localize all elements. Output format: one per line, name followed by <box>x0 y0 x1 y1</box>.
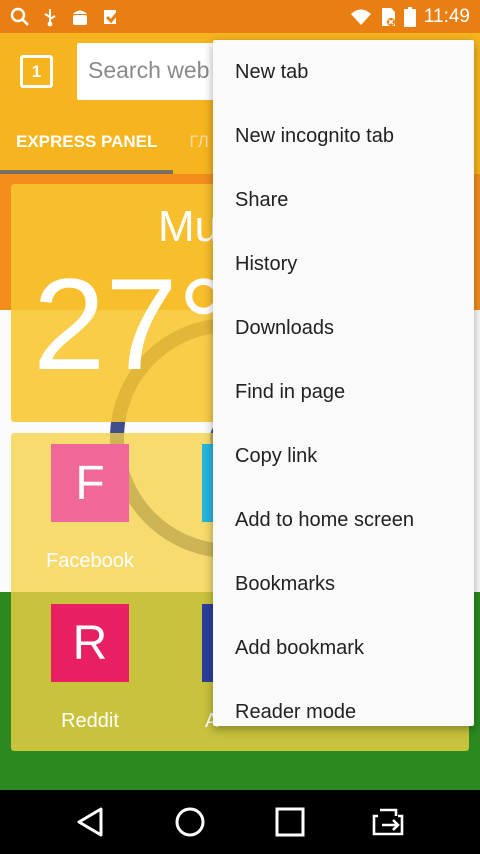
battery-icon <box>403 6 416 27</box>
android-icon <box>73 10 87 25</box>
status-bar: 11:49 <box>0 0 480 33</box>
system-nav-bar <box>0 790 480 854</box>
wifi-icon <box>350 9 371 25</box>
menu-item-copy-link[interactable]: Copy link <box>213 424 474 488</box>
back-icon <box>77 807 103 837</box>
recents-icon <box>275 807 305 837</box>
search-icon <box>10 7 29 26</box>
menu-item-new-tab[interactable]: New tab <box>213 40 474 104</box>
home-button[interactable] <box>160 792 220 852</box>
menu-item-bookmarks[interactable]: Bookmarks <box>213 552 474 616</box>
reddit-tile-icon: R <box>51 604 129 682</box>
weather-city: Mu <box>158 202 220 251</box>
tab-switch-icon <box>372 808 404 836</box>
checkmark-icon <box>104 8 122 24</box>
menu-item-reader-mode[interactable]: Reader mode <box>213 680 474 726</box>
tab-express-panel[interactable]: EXPRESS PANEL <box>0 110 174 174</box>
menu-item-share[interactable]: Share <box>213 168 474 232</box>
clock: 11:49 <box>423 5 470 27</box>
menu-item-add-to-home-screen[interactable]: Add to home screen <box>213 488 474 552</box>
home-icon <box>175 807 205 837</box>
sim-off-icon <box>381 7 395 26</box>
tile-label: Reddit <box>61 710 119 732</box>
back-button[interactable] <box>60 792 120 852</box>
menu-item-find-in-page[interactable]: Find in page <box>213 360 474 424</box>
usb-icon <box>44 8 56 26</box>
weather-temperature: 27° <box>33 251 230 397</box>
menu-item-add-bookmark[interactable]: Add bookmark <box>213 616 474 680</box>
tab-counter-button[interactable]: 1 <box>20 55 53 88</box>
tab-switch-button[interactable] <box>360 792 420 852</box>
recents-button[interactable] <box>260 792 320 852</box>
menu-item-new-incognito-tab[interactable]: New incognito tab <box>213 104 474 168</box>
menu-item-downloads[interactable]: Downloads <box>213 296 474 360</box>
overflow-menu: New tab New incognito tab Share History … <box>213 40 474 726</box>
speed-dial-tile-facebook[interactable]: F Facebook <box>40 444 140 573</box>
speed-dial-tile-reddit[interactable]: R Reddit <box>40 604 140 733</box>
facebook-tile-icon: F <box>51 444 129 522</box>
tile-label: Facebook <box>46 550 134 572</box>
menu-item-history[interactable]: History <box>213 232 474 296</box>
